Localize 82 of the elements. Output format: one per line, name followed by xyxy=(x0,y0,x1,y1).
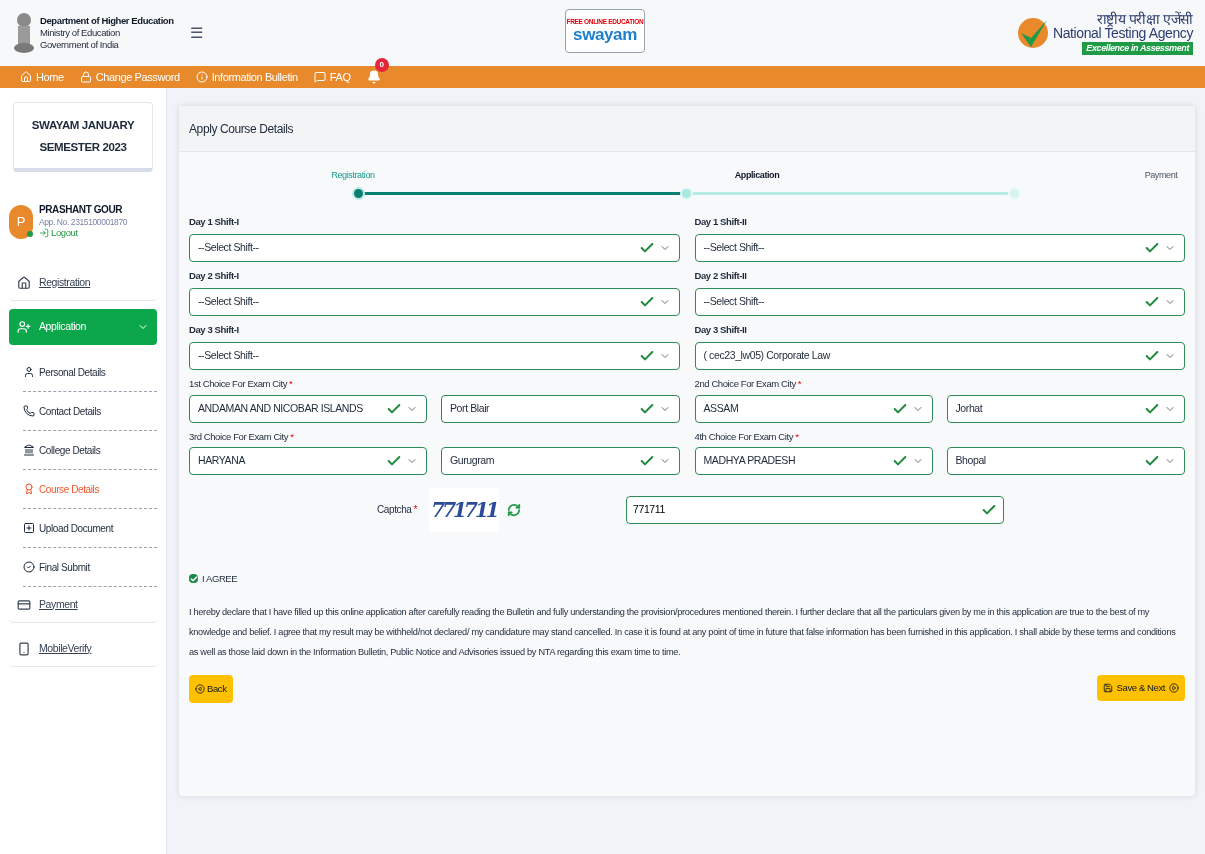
sidebar-item[interactable]: Registration xyxy=(9,265,157,301)
award-icon xyxy=(23,483,35,495)
sidebar-item[interactable]: Payment xyxy=(9,587,157,623)
captcha-field[interactable]: 771711 xyxy=(626,495,1004,524)
agency-hindi-name: राष्ट्रीय परीक्षा एजेंसी xyxy=(1096,11,1193,26)
home-icon xyxy=(17,275,31,290)
step-label: Application xyxy=(733,169,781,182)
captcha-label: Captcha * xyxy=(376,503,418,518)
submenu-item[interactable]: Contact Details xyxy=(23,392,157,431)
step-label: Payment xyxy=(1143,169,1179,182)
city-select[interactable]: Port Blair xyxy=(441,394,680,423)
ministry-text: Government of India xyxy=(40,38,120,51)
state-select[interactable]: ASSAM xyxy=(694,394,933,423)
field-label: 3rd Choice For Exam City * xyxy=(189,429,295,444)
logout-link[interactable]: Logout xyxy=(39,227,128,239)
submenu-item[interactable]: Final Submit xyxy=(23,548,157,587)
shift-select[interactable]: --Select Shift-- xyxy=(189,288,680,316)
required-mark: * xyxy=(289,378,293,390)
required-mark: * xyxy=(795,430,799,442)
semester-title: SWAYAM JANUARY SEMESTER 2023 xyxy=(30,117,136,155)
save-icon xyxy=(1102,683,1113,693)
field-label: Day 1 Shift-I xyxy=(189,214,240,229)
required-mark: * xyxy=(290,430,294,442)
field-label: Day 1 Shift-II xyxy=(694,214,748,229)
sidebar-item[interactable]: MobileVerify xyxy=(9,631,157,667)
save-next-button[interactable]: Save & Next xyxy=(1096,675,1185,701)
info-icon xyxy=(195,71,208,83)
field-label: Day 2 Shift-I xyxy=(189,268,240,283)
shift-select[interactable]: --Select Shift-- xyxy=(189,342,680,371)
shift-select[interactable]: --Select Shift-- xyxy=(189,233,680,262)
play-icon xyxy=(195,684,205,694)
user-avatar: P xyxy=(9,204,33,239)
city-select[interactable]: Gurugram xyxy=(441,446,680,475)
checkmark-logo-icon xyxy=(1017,16,1049,50)
card-title: Apply Course Details xyxy=(189,120,294,138)
check-circle-icon xyxy=(23,561,35,573)
captcha-image: 771711 xyxy=(429,487,499,532)
required-mark: * xyxy=(797,378,802,390)
user-name: PRASHANT GOUR xyxy=(39,204,124,217)
submenu-item[interactable]: Personal Details xyxy=(23,353,157,392)
city-select[interactable]: Bhopal xyxy=(946,446,1185,475)
bank-icon xyxy=(23,444,35,456)
lock-icon xyxy=(79,71,92,83)
state-select[interactable]: MADHYA PRADESH xyxy=(694,446,933,475)
payment-icon xyxy=(17,597,31,612)
logout-icon xyxy=(39,228,49,239)
play-icon xyxy=(1169,683,1179,693)
field-label: 1st Choice For Exam City * xyxy=(189,377,294,392)
person-icon xyxy=(23,366,35,378)
city-select[interactable]: Jorhat xyxy=(946,394,1185,423)
field-label: Day 2 Shift-II xyxy=(694,268,748,283)
bell-icon[interactable] xyxy=(366,70,381,84)
agree-label: I AGREE xyxy=(202,571,238,586)
required-mark: * xyxy=(413,504,417,516)
back-button[interactable]: Back xyxy=(189,675,233,703)
field-label: 2nd Choice For Exam City * xyxy=(694,377,803,392)
home-icon xyxy=(20,71,32,83)
agree-checkbox[interactable] xyxy=(189,574,198,584)
mobile-icon xyxy=(17,641,31,656)
department-title: Department of Higher Education xyxy=(40,15,174,28)
refresh-icon[interactable] xyxy=(507,502,521,517)
step-label: Registration xyxy=(330,169,376,182)
ministry-text: Ministry of Education xyxy=(40,27,121,39)
user-plus-icon xyxy=(17,320,31,334)
upload-icon xyxy=(23,522,35,534)
field-label: Day 3 Shift-I xyxy=(189,323,240,337)
submenu-item[interactable]: Course Details xyxy=(23,470,157,509)
field-label: Day 3 Shift-II xyxy=(694,323,748,337)
field-label: 4th Choice For Exam City * xyxy=(694,429,800,444)
submenu-item[interactable]: Upload Document xyxy=(23,509,157,548)
phone-icon xyxy=(23,405,35,417)
declaration-text: I hereby declare that I have filled up this online application after carefully reading the Bulletin and fully understanding the provision/procedures mentioned therein. I further declare that all the particulars given by me in this application are true to the best of my knowledge and belief. I agree that my result may be withheld/not declared/ my candidature may stand cancelled. In case it is found at any point of time in future that false information has been furnished in this application. I shall abide by these terms and conditions as well as those laid down in the Information Bulletin, Public Notice and Advisories issued by NTA regarding this exam time to time. xyxy=(189,606,1177,659)
shift-select[interactable]: ( cec23_lw05) Corporate Law xyxy=(694,342,1185,371)
state-select[interactable]: HARYANA xyxy=(189,446,427,475)
chat-icon xyxy=(313,71,326,83)
application-number: App. No. 2315100001870 xyxy=(39,216,128,228)
shift-select[interactable]: --Select Shift-- xyxy=(694,288,1185,316)
shift-select[interactable]: --Select Shift-- xyxy=(694,233,1185,262)
submenu-item[interactable]: College Details xyxy=(23,431,157,470)
agency-name: National Testing Agency xyxy=(1053,25,1193,40)
state-select[interactable]: ANDAMAN AND NICOBAR ISLANDS xyxy=(189,394,427,423)
agency-motto: Excellence in Assessment xyxy=(1082,41,1193,55)
